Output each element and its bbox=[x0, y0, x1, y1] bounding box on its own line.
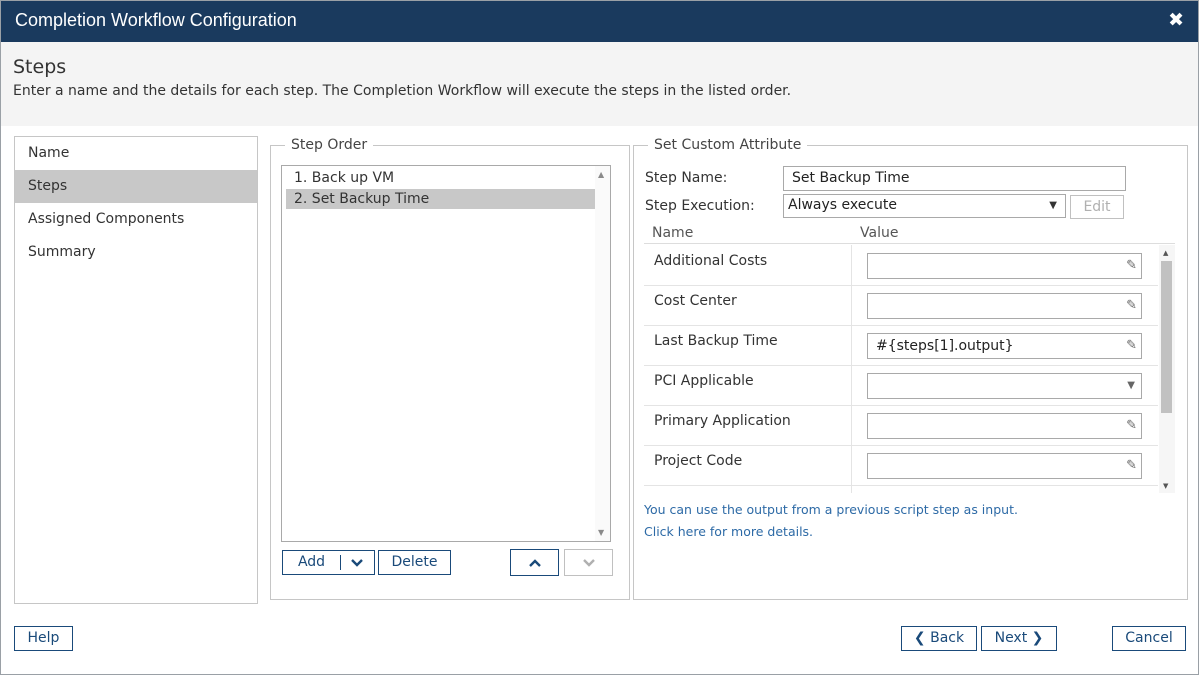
pencil-icon[interactable]: ✎ bbox=[1126, 454, 1137, 478]
attribute-name: Primary Application bbox=[654, 413, 791, 429]
dropdown-caret-icon[interactable]: ▼ bbox=[1127, 374, 1135, 398]
column-divider bbox=[851, 445, 852, 485]
attribute-name: Additional Costs bbox=[654, 253, 768, 269]
close-icon[interactable]: ✖ bbox=[1168, 9, 1184, 31]
attribute-name: Project Code bbox=[654, 453, 743, 469]
back-button[interactable]: ❮ Back bbox=[901, 626, 977, 651]
scroll-up-icon[interactable]: ▲ bbox=[1163, 249, 1168, 257]
step-execution-value: Always execute bbox=[788, 197, 898, 213]
pencil-icon[interactable]: ✎ bbox=[1126, 414, 1137, 438]
table-row: PCI Applicable ▼ bbox=[644, 365, 1158, 406]
move-down-button[interactable] bbox=[564, 549, 613, 576]
scroll-down-icon[interactable]: ▼ bbox=[1163, 482, 1168, 490]
page-header: Steps Enter a name and the details for e… bbox=[1, 42, 1198, 126]
column-divider bbox=[851, 485, 852, 493]
scroll-up-icon[interactable]: ▲ bbox=[598, 170, 604, 179]
chevron-right-icon: ❯ bbox=[1031, 630, 1044, 646]
custom-attribute-legend: Set Custom Attribute bbox=[654, 137, 802, 153]
title-bar: Completion Workflow Configuration ✖ bbox=[1, 1, 1198, 42]
table-row: Additional Costs ✎ bbox=[644, 245, 1158, 286]
step-list-item-selected[interactable]: 2. Set Backup Time bbox=[286, 189, 602, 209]
attribute-value-input[interactable]: #{steps[1].output} ✎ bbox=[867, 333, 1142, 359]
chevron-up-icon bbox=[529, 559, 541, 567]
nav-item-assigned-components[interactable]: Assigned Components bbox=[15, 203, 257, 236]
pencil-icon[interactable]: ✎ bbox=[1126, 334, 1137, 358]
column-divider bbox=[851, 285, 852, 325]
attribute-name: PCI Applicable bbox=[654, 373, 754, 389]
next-button[interactable]: Next ❯ bbox=[981, 626, 1057, 651]
step-list: 1. Back up VM 2. Set Backup Time ▲ ▼ bbox=[281, 165, 611, 542]
scrollbar-thumb[interactable] bbox=[1161, 261, 1172, 413]
step-execution-select[interactable]: Always execute ▼ bbox=[783, 194, 1066, 218]
column-divider bbox=[851, 325, 852, 365]
step-execution-label: Step Execution: bbox=[645, 198, 755, 214]
scroll-down-icon[interactable]: ▼ bbox=[598, 528, 604, 537]
attribute-value-input[interactable]: ✎ bbox=[867, 413, 1142, 439]
back-button-label: Back bbox=[930, 630, 965, 646]
column-divider bbox=[851, 245, 852, 285]
chevron-down-icon bbox=[583, 559, 595, 567]
step-list-scrollbar[interactable]: ▲ ▼ bbox=[595, 166, 610, 541]
edit-button[interactable]: Edit bbox=[1070, 195, 1124, 219]
more-details-link[interactable]: Click here for more details. bbox=[644, 524, 813, 539]
delete-step-button[interactable]: Delete bbox=[378, 550, 451, 575]
dropdown-caret-icon: ▼ bbox=[1049, 200, 1057, 211]
table-row: Last Backup Time #{steps[1].output} ✎ bbox=[644, 325, 1158, 366]
column-header-value: Value bbox=[860, 225, 899, 241]
cancel-button[interactable]: Cancel bbox=[1112, 626, 1186, 651]
split-divider bbox=[340, 555, 341, 570]
column-divider bbox=[851, 365, 852, 405]
move-up-button[interactable] bbox=[510, 549, 559, 576]
attribute-value-text: #{steps[1].output} bbox=[876, 338, 1014, 354]
attribute-grid: Additional Costs ✎ Cost Center ✎ Last Ba… bbox=[644, 245, 1175, 493]
table-row: Primary Application ✎ bbox=[644, 405, 1158, 446]
add-button-label[interactable]: Add bbox=[283, 554, 340, 570]
attribute-value-input[interactable]: ✎ bbox=[867, 453, 1142, 479]
attribute-name: Last Backup Time bbox=[654, 333, 778, 349]
nav-item-name[interactable]: Name bbox=[15, 137, 257, 170]
table-row: Cost Center ✎ bbox=[644, 285, 1158, 326]
help-button[interactable]: Help bbox=[14, 626, 73, 651]
attribute-grid-scrollbar[interactable]: ▲ ▼ bbox=[1159, 245, 1175, 493]
chevron-down-icon[interactable] bbox=[350, 558, 364, 568]
page-description: Enter a name and the details for each st… bbox=[13, 83, 792, 99]
step-name-label: Step Name: bbox=[645, 170, 728, 186]
attribute-grid-header: Name Value bbox=[644, 223, 1175, 244]
column-header-name: Name bbox=[652, 225, 694, 241]
pencil-icon[interactable]: ✎ bbox=[1126, 294, 1137, 318]
pencil-icon[interactable]: ✎ bbox=[1126, 254, 1137, 278]
next-button-label: Next bbox=[994, 630, 1028, 646]
dialog-window: Completion Workflow Configuration ✖ Step… bbox=[0, 0, 1199, 675]
attribute-value-input[interactable]: ✎ bbox=[867, 293, 1142, 319]
nav-item-summary[interactable]: Summary bbox=[15, 236, 257, 269]
step-order-legend: Step Order bbox=[291, 137, 368, 153]
column-divider bbox=[851, 405, 852, 445]
step-name-input[interactable]: Set Backup Time bbox=[783, 166, 1126, 191]
dialog-title: Completion Workflow Configuration bbox=[15, 10, 297, 30]
table-row bbox=[644, 485, 1158, 493]
step-list-item[interactable]: 1. Back up VM bbox=[286, 168, 602, 188]
add-step-split-button[interactable]: Add bbox=[282, 550, 375, 575]
attribute-name: Cost Center bbox=[654, 293, 737, 309]
page-title: Steps bbox=[13, 56, 67, 78]
attribute-value-input[interactable]: ✎ bbox=[867, 253, 1142, 279]
attribute-value-select[interactable]: ▼ bbox=[867, 373, 1142, 399]
wizard-nav: Name Steps Assigned Components Summary bbox=[14, 136, 258, 604]
table-row: Project Code ✎ bbox=[644, 445, 1158, 486]
nav-item-steps[interactable]: Steps bbox=[15, 170, 257, 203]
chevron-left-icon: ❮ bbox=[913, 630, 926, 646]
output-hint-text: You can use the output from a previous s… bbox=[644, 502, 1018, 517]
